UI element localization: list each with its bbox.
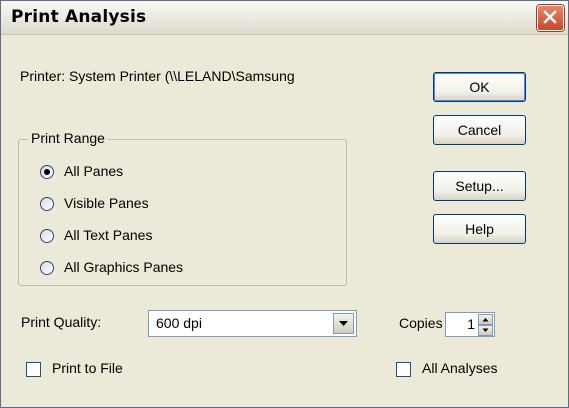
dropdown-button[interactable] — [333, 313, 354, 334]
copies-increment-button[interactable] — [478, 314, 493, 325]
radio-button[interactable] — [40, 165, 54, 179]
chevron-down-icon — [339, 321, 348, 326]
print-quality-select[interactable]: 600 dpi — [148, 310, 357, 337]
window-title: Print Analysis — [11, 7, 147, 27]
printer-label: Printer: System Printer (\\LELAND\Samsun… — [20, 68, 295, 84]
print-range-group: Print Range All Panes Visible Panes All … — [18, 130, 347, 286]
copies-label: Copies — [399, 315, 443, 331]
print-quality-value: 600 dpi — [156, 315, 202, 331]
ok-button[interactable]: OK — [433, 72, 526, 102]
copies-stepper[interactable]: 1 — [445, 312, 495, 337]
radio-button[interactable] — [40, 229, 54, 243]
cancel-button[interactable]: Cancel — [433, 115, 526, 145]
arrow-down-icon — [482, 328, 489, 332]
radio-label: All Text Panes — [64, 227, 153, 243]
print-to-file-label: Print to File — [52, 360, 123, 376]
radio-button[interactable] — [40, 261, 54, 275]
radio-label: All Panes — [64, 163, 124, 179]
copies-decrement-button[interactable] — [478, 325, 493, 336]
title-bar[interactable]: Print Analysis — [1, 1, 568, 35]
all-analyses-checkbox[interactable] — [396, 362, 411, 377]
radio-label: Visible Panes — [64, 195, 149, 211]
arrow-up-icon — [482, 318, 489, 322]
print-range-title: Print Range — [28, 130, 108, 146]
print-analysis-dialog: Print Analysis Printer: System Printer (… — [0, 0, 569, 408]
radio-selected-dot — [44, 169, 50, 175]
setup-button[interactable]: Setup... — [433, 171, 526, 201]
print-quality-label: Print Quality: — [21, 314, 102, 330]
print-to-file-checkbox[interactable] — [26, 362, 41, 377]
copies-value: 1 — [467, 316, 475, 332]
help-button[interactable]: Help — [433, 214, 526, 244]
close-icon — [543, 10, 557, 24]
radio-label: All Graphics Panes — [64, 259, 184, 275]
radio-button[interactable] — [40, 197, 54, 211]
close-button[interactable] — [537, 5, 564, 31]
all-analyses-label: All Analyses — [422, 360, 498, 376]
